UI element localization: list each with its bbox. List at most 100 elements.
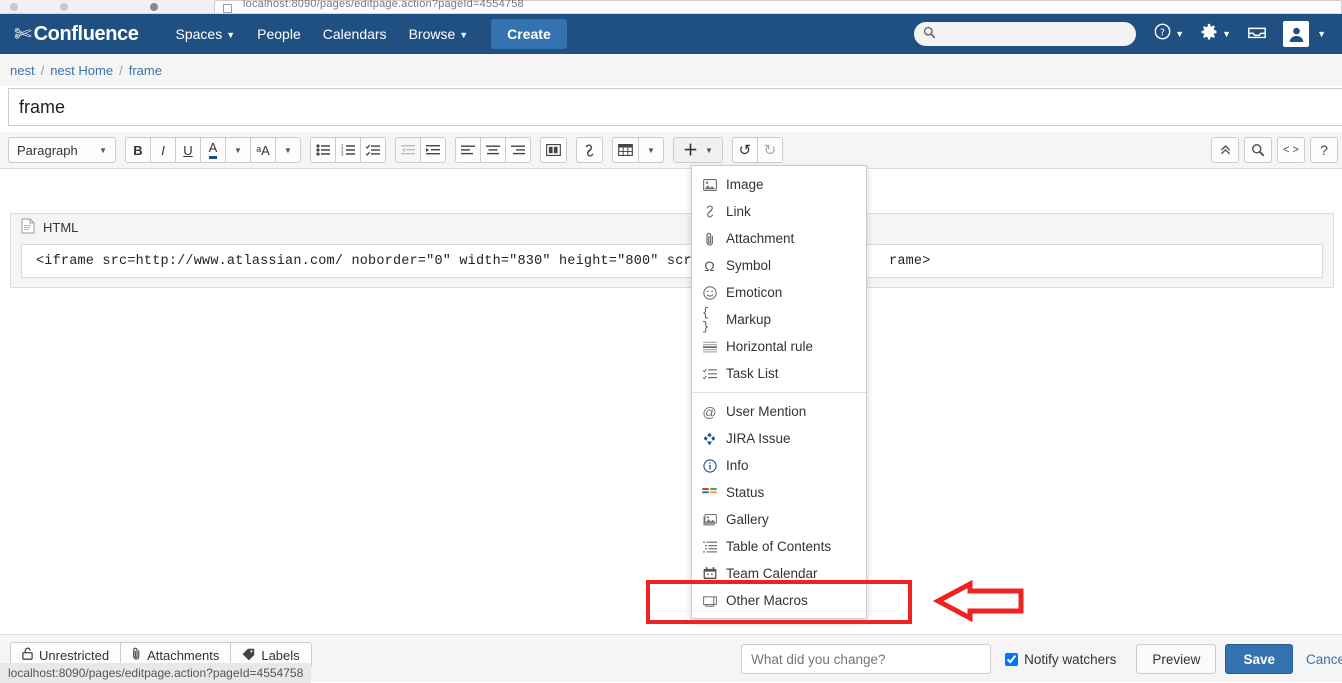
italic-icon: I bbox=[161, 143, 165, 158]
smiley-icon bbox=[702, 286, 717, 300]
search-input[interactable] bbox=[942, 22, 1128, 46]
menu-item-emoticon[interactable]: Emoticon bbox=[692, 279, 866, 306]
italic-button[interactable]: I bbox=[150, 137, 176, 163]
menu-item-gallery[interactable]: Gallery bbox=[692, 506, 866, 533]
editor-content-area[interactable]: HTML <iframe src=http://www.atlassian.co… bbox=[0, 168, 1342, 634]
insert-menu-button[interactable]: ＋ ▼ bbox=[673, 137, 723, 163]
browser-forward-button[interactable] bbox=[60, 3, 68, 11]
text-effects-dropdown[interactable]: ▼ bbox=[275, 137, 301, 163]
underline-button[interactable]: U bbox=[175, 137, 201, 163]
attachments-label: Attachments bbox=[147, 648, 219, 663]
task-list-button[interactable] bbox=[360, 137, 386, 163]
toc-icon bbox=[702, 541, 717, 553]
align-center-icon bbox=[486, 145, 500, 156]
notify-watchers-checkbox[interactable] bbox=[1005, 653, 1018, 666]
user-profile-menu[interactable]: ▼ bbox=[1283, 21, 1326, 47]
menu-item-user-mention[interactable]: @ User Mention bbox=[692, 398, 866, 425]
menu-item-link[interactable]: Link bbox=[692, 198, 866, 225]
indent-button[interactable] bbox=[420, 137, 446, 163]
version-comment-input[interactable] bbox=[741, 644, 991, 674]
svg-text:?: ? bbox=[1160, 27, 1165, 38]
menu-item-horizontal-rule[interactable]: Horizontal rule bbox=[692, 333, 866, 360]
omega-icon: Ω bbox=[702, 258, 717, 274]
align-center-button[interactable] bbox=[480, 137, 506, 163]
link-group bbox=[576, 137, 603, 163]
help-menu[interactable]: ? ▼ bbox=[1154, 23, 1184, 45]
text-color-button[interactable]: A bbox=[200, 137, 226, 163]
labels-label: Labels bbox=[261, 648, 299, 663]
numbered-list-button[interactable]: 123 bbox=[335, 137, 361, 163]
menu-item-emoticon-label: Emoticon bbox=[726, 285, 782, 300]
menu-item-team-calendar-label: Team Calendar bbox=[726, 566, 818, 581]
settings-menu[interactable]: ▼ bbox=[1200, 23, 1231, 46]
save-button[interactable]: Save bbox=[1225, 644, 1293, 674]
menu-item-other-macros[interactable]: Other Macros bbox=[692, 587, 866, 614]
cancel-button[interactable]: Cancel bbox=[1306, 652, 1342, 667]
chevron-down-icon: ▼ bbox=[234, 146, 242, 155]
menu-item-table-of-contents[interactable]: Table of Contents bbox=[692, 533, 866, 560]
notifications-inbox[interactable] bbox=[1247, 24, 1267, 45]
menu-item-status[interactable]: Status bbox=[692, 479, 866, 506]
browser-url-bar[interactable]: localhost:8090/pages/editpage.action?pag… bbox=[214, 0, 1342, 14]
html-macro-block[interactable]: HTML <iframe src=http://www.atlassian.co… bbox=[10, 213, 1334, 288]
page-title-input[interactable] bbox=[9, 89, 1342, 125]
html-macro-code-body[interactable]: <iframe src=http://www.atlassian.com/ no… bbox=[21, 244, 1323, 278]
menu-item-markup[interactable]: { } Markup bbox=[692, 306, 866, 333]
find-replace-button[interactable] bbox=[1244, 137, 1272, 163]
nav-item-browse[interactable]: Browse▼ bbox=[398, 17, 480, 51]
table-dropdown[interactable]: ▼ bbox=[638, 137, 664, 163]
nav-item-people[interactable]: People bbox=[246, 17, 312, 51]
breadcrumb-item-page[interactable]: frame bbox=[129, 63, 162, 78]
menu-item-team-calendar[interactable]: Team Calendar bbox=[692, 560, 866, 587]
menu-item-task-list[interactable]: Task List bbox=[692, 360, 866, 387]
breadcrumb-item-space[interactable]: nest bbox=[10, 63, 35, 78]
bold-button[interactable]: B bbox=[125, 137, 151, 163]
paragraph-style-select[interactable]: Paragraph ▼ bbox=[8, 137, 116, 163]
nav-item-calendars[interactable]: Calendars bbox=[312, 17, 398, 51]
menu-item-attachment[interactable]: Attachment bbox=[692, 225, 866, 252]
preview-button[interactable]: Preview bbox=[1136, 644, 1216, 674]
style-select-group: Paragraph ▼ bbox=[8, 137, 116, 163]
insert-link-button[interactable] bbox=[576, 137, 603, 163]
text-effects-button[interactable]: ᵃA bbox=[250, 137, 276, 163]
columns-group bbox=[540, 137, 567, 163]
undo-icon: ↺ bbox=[739, 141, 752, 159]
insert-dropdown-menu[interactable]: Image Link Attachment Ω Symbol Emoticon … bbox=[691, 165, 867, 619]
notify-watchers-row[interactable]: Notify watchers bbox=[1005, 652, 1116, 667]
source-view-button[interactable]: < > bbox=[1277, 137, 1305, 163]
create-button[interactable]: Create bbox=[491, 19, 567, 49]
text-color-dropdown[interactable]: ▼ bbox=[225, 137, 251, 163]
confluence-logo-icon: ✄ bbox=[14, 24, 32, 45]
menu-item-jira-issue[interactable]: JIRA Issue bbox=[692, 425, 866, 452]
menu-item-attachment-label: Attachment bbox=[726, 231, 794, 246]
confluence-logo[interactable]: ✄ Confluence bbox=[14, 23, 139, 46]
gear-icon bbox=[1200, 23, 1218, 46]
bullet-list-button[interactable] bbox=[310, 137, 336, 163]
editor-help-button[interactable]: ? bbox=[1310, 137, 1338, 163]
menu-item-image[interactable]: Image bbox=[692, 171, 866, 198]
page-layout-button[interactable] bbox=[540, 137, 567, 163]
nav-item-spaces[interactable]: Spaces▼ bbox=[165, 17, 247, 51]
menu-item-symbol[interactable]: Ω Symbol bbox=[692, 252, 866, 279]
breadcrumb-item-home[interactable]: nest Home bbox=[50, 63, 113, 78]
browser-back-button[interactable] bbox=[10, 3, 18, 11]
browser-status-bar: localhost:8090/pages/editpage.action?pag… bbox=[0, 663, 311, 683]
status-icon bbox=[702, 487, 717, 498]
redo-button[interactable]: ↻ bbox=[757, 137, 783, 163]
jira-icon bbox=[702, 432, 717, 446]
collapse-toolbar-button[interactable] bbox=[1211, 137, 1239, 163]
inbox-icon bbox=[1247, 24, 1267, 45]
undo-button[interactable]: ↺ bbox=[732, 137, 758, 163]
outdent-button[interactable] bbox=[395, 137, 421, 163]
browser-reload-button[interactable] bbox=[150, 3, 158, 11]
align-left-button[interactable] bbox=[455, 137, 481, 163]
menu-item-other-macros-label: Other Macros bbox=[726, 593, 808, 608]
tag-icon bbox=[242, 648, 255, 663]
align-left-icon bbox=[461, 145, 475, 156]
text-format-group: B I U A ▼ ᵃA ▼ bbox=[125, 137, 301, 163]
confluence-logo-text: Confluence bbox=[34, 23, 139, 46]
insert-table-button[interactable] bbox=[612, 137, 639, 163]
header-search[interactable] bbox=[914, 22, 1136, 46]
menu-item-info[interactable]: Info bbox=[692, 452, 866, 479]
align-right-button[interactable] bbox=[505, 137, 531, 163]
